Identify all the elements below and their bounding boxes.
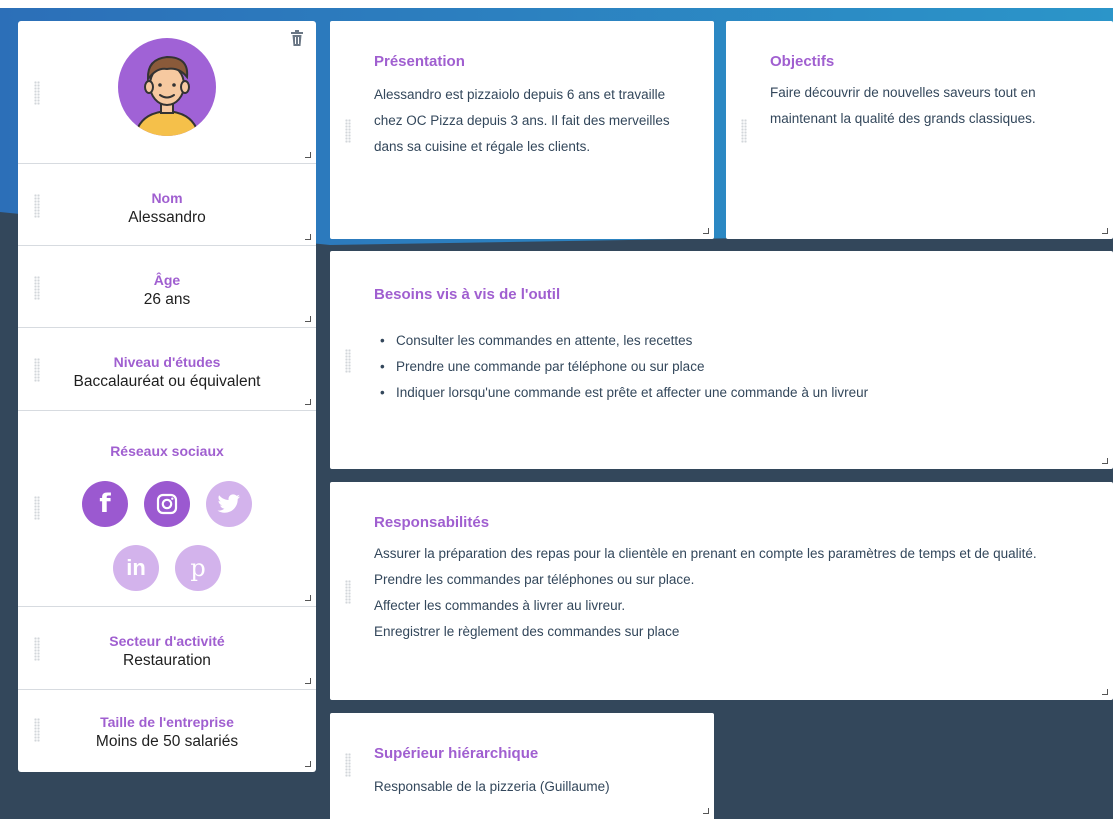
list-item: Indiquer lorsqu'une commande est prête e…: [374, 380, 1094, 406]
list-item: Consulter les commandes en attente, les …: [374, 328, 1094, 354]
objectives-text: Faire découvrir de nouvelles saveurs tou…: [770, 85, 1036, 126]
drag-handle[interactable]: [34, 637, 40, 661]
resize-handle[interactable]: [305, 595, 311, 601]
superior-card: Supérieur hiérarchique Responsable de la…: [330, 713, 714, 819]
drag-handle[interactable]: [34, 276, 40, 300]
facebook-icon[interactable]: f: [82, 481, 128, 527]
pinterest-icon[interactable]: p: [175, 545, 221, 591]
linkedin-icon[interactable]: in: [113, 545, 159, 591]
objectives-title: Objectifs: [770, 53, 835, 70]
instagram-icon[interactable]: [144, 481, 190, 527]
sector-value: Restauration: [123, 652, 211, 669]
resize-handle[interactable]: [305, 316, 311, 322]
resize-handle[interactable]: [1102, 228, 1108, 234]
needs-card: Besoins vis à vis de l'outil Consulter l…: [330, 251, 1113, 469]
drag-handle[interactable]: [741, 119, 747, 143]
trash-icon[interactable]: [290, 29, 304, 47]
company-size-label: Taille de l'entreprise: [100, 714, 234, 730]
resize-handle[interactable]: [703, 228, 709, 234]
drag-handle[interactable]: [345, 580, 351, 604]
drag-handle[interactable]: [345, 119, 351, 143]
responsibilities-title: Responsabilités: [374, 514, 490, 531]
company-size-value: Moins de 50 salariés: [95, 733, 239, 750]
objectives-card: Objectifs Faire découvrir de nouvelles s…: [726, 21, 1113, 239]
drag-handle[interactable]: [34, 81, 40, 105]
education-label: Niveau d'études: [113, 354, 221, 370]
avatar-section: [18, 21, 316, 164]
resize-handle[interactable]: [305, 399, 311, 405]
resize-handle[interactable]: [305, 678, 311, 684]
age-section: Âge 26 ans: [18, 246, 316, 328]
company-size-section: Taille de l'entreprise Moins de 50 salar…: [18, 690, 316, 772]
resize-handle[interactable]: [305, 152, 311, 158]
avatar: [118, 38, 216, 136]
list-item: Prendre une commande par téléphone ou su…: [374, 354, 1094, 380]
responsibility-line: Affecter les commandes à livrer au livre…: [374, 598, 626, 613]
drag-handle[interactable]: [34, 194, 40, 218]
resize-handle[interactable]: [305, 761, 311, 767]
resize-handle[interactable]: [1102, 689, 1108, 695]
twitter-icon[interactable]: [206, 481, 252, 527]
responsibility-line: Prendre les commandes par téléphones ou …: [374, 572, 695, 587]
drag-handle[interactable]: [345, 349, 351, 373]
responsibility-line: Enregistrer le règlement des commandes s…: [374, 624, 680, 639]
superior-title: Supérieur hiérarchique: [374, 745, 539, 762]
needs-title: Besoins vis à vis de l'outil: [374, 286, 561, 303]
social-label: Réseaux sociaux: [110, 443, 224, 459]
superior-text: Responsable de la pizzeria (Guillaume): [374, 779, 610, 794]
responsibilities-card: Responsabilités Assurer la préparation d…: [330, 482, 1113, 700]
presentation-card: Présentation Alessandro est pizzaiolo de…: [330, 21, 714, 239]
persona-profile-card: Nom Alessandro Âge 26 ans Niveau d'étude…: [18, 21, 316, 772]
sector-label: Secteur d'activité: [109, 633, 225, 649]
drag-handle[interactable]: [34, 358, 40, 382]
sector-section: Secteur d'activité Restauration: [18, 607, 316, 690]
education-value: Baccalauréat ou équivalent: [73, 373, 261, 390]
drag-handle[interactable]: [34, 718, 40, 742]
resize-handle[interactable]: [305, 234, 311, 240]
presentation-title: Présentation: [374, 53, 465, 70]
resize-handle[interactable]: [703, 808, 709, 814]
presentation-text: Alessandro est pizzaiolo depuis 6 ans et…: [374, 87, 670, 154]
age-value: 26 ans: [143, 291, 191, 308]
drag-handle[interactable]: [345, 753, 351, 777]
responsibilities-text: Assurer la préparation des repas pour la…: [374, 541, 1074, 645]
education-section: Niveau d'études Baccalauréat ou équivale…: [18, 328, 316, 411]
drag-handle[interactable]: [34, 496, 40, 520]
name-label: Nom: [151, 190, 183, 206]
responsibility-line: Assurer la préparation des repas pour la…: [374, 546, 1037, 561]
name-section: Nom Alessandro: [18, 164, 316, 246]
age-label: Âge: [153, 272, 181, 288]
name-value: Alessandro: [128, 209, 206, 226]
resize-handle[interactable]: [1102, 458, 1108, 464]
needs-list: Consulter les commandes en attente, les …: [374, 328, 1094, 406]
social-section: Réseaux sociaux f in p: [18, 411, 316, 607]
